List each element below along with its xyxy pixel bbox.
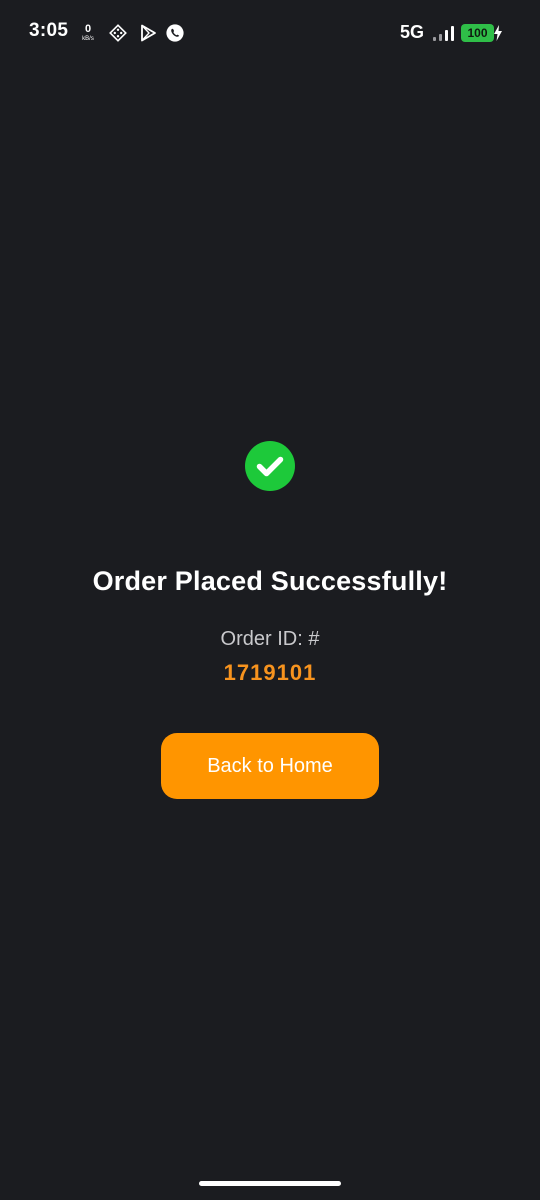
order-success-screen: 3:05 0 kB/s 5G 100 Order Placed Successf…	[0, 0, 540, 1200]
home-indicator[interactable]	[199, 1181, 341, 1186]
network-speed-value: 0	[84, 23, 92, 35]
status-time: 3:05	[29, 20, 69, 41]
play-store-icon	[141, 24, 156, 42]
signal-icon	[433, 26, 454, 41]
network-speed-unit: kB/s	[82, 36, 94, 42]
success-title: Order Placed Successfully!	[92, 566, 448, 596]
status-bar: 3:05 0 kB/s 5G 100	[0, 0, 540, 66]
network-speed-indicator: 0 kB/s	[78, 23, 98, 43]
network-type: 5G	[400, 22, 425, 42]
battery-icon: 100	[461, 24, 494, 42]
back-to-home-button[interactable]: Back to Home	[161, 733, 379, 799]
whatsapp-icon	[166, 24, 184, 42]
order-id-label: Order ID: #	[220, 628, 320, 650]
order-id-value: 1719101	[223, 660, 317, 685]
charging-icon	[494, 25, 502, 41]
check-circle-icon	[245, 441, 295, 491]
app-grid-icon	[109, 24, 127, 42]
